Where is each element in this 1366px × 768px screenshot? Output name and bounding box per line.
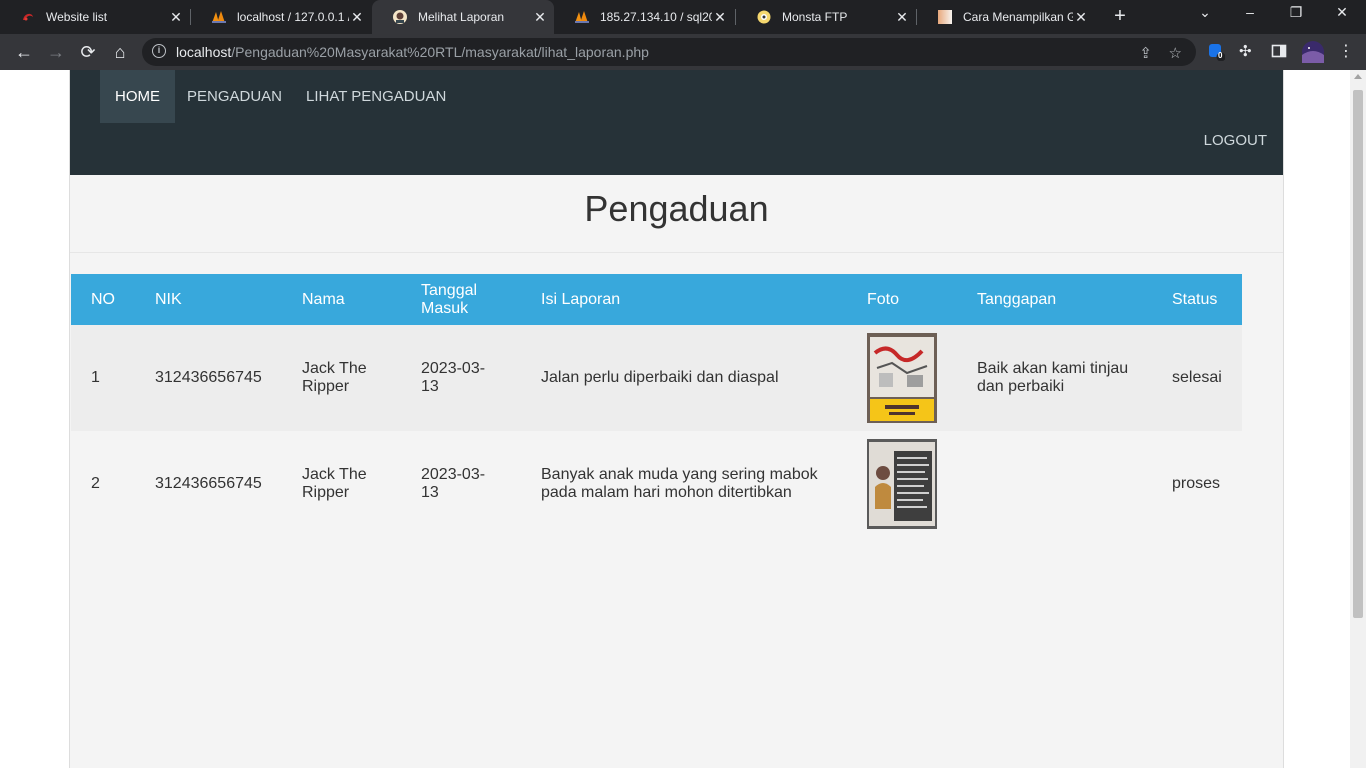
cell-nik: 312436656745 xyxy=(135,325,282,431)
close-icon[interactable]: ✕ xyxy=(712,9,728,26)
app-favicon xyxy=(392,9,408,25)
tab-title: Cara Menampilkan Ga xyxy=(963,10,1073,24)
page-container: HOME PENGADUAN LIHAT PENGADUAN LOGOUT Pe… xyxy=(69,70,1284,768)
page-title: Pengaduan xyxy=(584,188,769,229)
logout-link[interactable]: LOGOUT xyxy=(1204,132,1267,149)
nav-pengaduan[interactable]: PENGADUAN xyxy=(172,70,297,123)
header-nama: Nama xyxy=(282,274,401,325)
tab-cara-menampilkan[interactable]: Cara Menampilkan Ga ✕ xyxy=(917,0,1095,34)
article-icon xyxy=(937,9,953,25)
tab-search-icon[interactable]: ⌄ xyxy=(1193,4,1217,21)
url-path: /Pengaduan%20Masyarakat%20RTL/masyarakat… xyxy=(231,44,649,60)
close-icon[interactable]: ✕ xyxy=(1073,9,1089,26)
cell-no: 1 xyxy=(71,325,135,431)
header-tanggal-masuk-label: Tanggal Masuk xyxy=(421,281,478,317)
tab-remote-phpmyadmin[interactable]: 185.27.134.10 / sql20 ✕ xyxy=(554,0,734,34)
cell-foto xyxy=(847,325,957,431)
side-panel-icon[interactable] xyxy=(1271,43,1289,61)
vertical-scrollbar[interactable] xyxy=(1350,70,1366,768)
minimize-icon[interactable]: – xyxy=(1238,4,1262,20)
profile-avatar[interactable] xyxy=(1302,41,1324,63)
url-text[interactable]: localhost/Pengaduan%20Masyarakat%20RTL/m… xyxy=(176,44,649,60)
restore-icon[interactable]: ❐ xyxy=(1284,4,1308,21)
close-icon[interactable]: ✕ xyxy=(168,9,184,26)
bookmark-star-icon[interactable]: ☆ xyxy=(1169,44,1182,62)
url-host: localhost xyxy=(176,44,232,60)
extension-badge-count: 0 xyxy=(1218,51,1223,60)
table-row: 2 312436656745 Jack The Ripper 2023-03-1… xyxy=(71,431,1242,537)
menu-kebab-icon[interactable]: ⋮ xyxy=(1338,41,1356,60)
tab-title: Monsta FTP xyxy=(782,10,848,24)
header-isi-laporan: Isi Laporan xyxy=(521,274,847,325)
cell-tanggal: 2023-03-13 xyxy=(401,431,521,537)
cell-status: proses xyxy=(1152,431,1242,537)
tab-website-list[interactable]: Website list ✕ xyxy=(0,0,190,34)
address-bar[interactable]: i localhost/Pengaduan%20Masyarakat%20RTL… xyxy=(142,38,1196,66)
nav-lihat-pengaduan[interactable]: LIHAT PENGADUAN xyxy=(291,70,461,123)
tab-monsta-ftp[interactable]: Monsta FTP ✕ xyxy=(736,0,916,34)
tab-title: Website list xyxy=(46,10,108,24)
road-photo[interactable] xyxy=(867,333,937,423)
table-header-row: NO NIK Nama Tanggal Masuk Isi Laporan Fo… xyxy=(71,274,1242,325)
cell-foto xyxy=(847,431,957,537)
cell-nik: 312436656745 xyxy=(135,431,282,537)
cell-tanggapan: Baik akan kami tinjau dan perbaiki xyxy=(957,325,1152,431)
cell-nama: Jack The Ripper xyxy=(282,325,401,431)
tab-title: 185.27.134.10 / sql20 xyxy=(600,10,712,24)
close-icon[interactable]: ✕ xyxy=(532,9,548,26)
close-icon[interactable]: ✕ xyxy=(894,9,910,26)
table-row: 1 312436656745 Jack The Ripper 2023-03-1… xyxy=(71,325,1242,431)
tab-title: localhost / 127.0.0.1 / xyxy=(237,10,349,24)
top-navbar: HOME PENGADUAN LIHAT PENGADUAN LOGOUT xyxy=(70,70,1283,175)
header-tanggapan: Tanggapan xyxy=(957,274,1152,325)
cell-isi-laporan: Jalan perlu diperbaiki dan diaspal xyxy=(521,325,847,431)
header-no: NO xyxy=(71,274,135,325)
back-icon[interactable]: ← xyxy=(13,42,35,62)
forward-icon[interactable]: → xyxy=(45,42,67,62)
cell-nama: Jack The Ripper xyxy=(282,431,401,537)
header-nik: NIK xyxy=(135,274,282,325)
nav-home[interactable]: HOME xyxy=(100,70,175,123)
page-viewport: HOME PENGADUAN LIHAT PENGADUAN LOGOUT Pe… xyxy=(0,70,1366,768)
monsta-icon xyxy=(756,9,772,25)
extension-badge-icon[interactable]: 0 xyxy=(1207,43,1226,62)
phpmyadmin-icon xyxy=(211,9,227,25)
cell-status: selesai xyxy=(1152,325,1242,431)
tab-localhost-phpmyadmin[interactable]: localhost / 127.0.0.1 / ✕ xyxy=(191,0,371,34)
header-foto: Foto xyxy=(847,274,957,325)
complaints-table: NO NIK Nama Tanggal Masuk Isi Laporan Fo… xyxy=(71,274,1242,537)
new-tab-icon[interactable]: + xyxy=(1108,5,1132,28)
window-close-icon[interactable]: ✕ xyxy=(1330,4,1354,21)
cell-isi-laporan: Banyak anak muda yang sering mabok pada … xyxy=(521,431,847,537)
cell-no: 2 xyxy=(71,431,135,537)
share-icon[interactable]: ⇪ xyxy=(1139,44,1152,62)
phpmyadmin-icon xyxy=(574,9,590,25)
tab-title: Melihat Laporan xyxy=(418,10,505,24)
header-status: Status xyxy=(1152,274,1242,325)
cell-nama-text: Jack The Ripper xyxy=(302,466,367,501)
cell-tanggapan xyxy=(957,431,1152,537)
red-swirl-icon xyxy=(20,9,36,25)
close-icon[interactable]: ✕ xyxy=(349,9,365,26)
site-info-icon[interactable]: i xyxy=(152,44,166,58)
scroll-up-arrow-icon[interactable] xyxy=(1354,74,1362,79)
reload-icon[interactable]: ⟳ xyxy=(77,42,99,62)
notice-photo[interactable] xyxy=(867,439,937,529)
browser-toolbar: ← → ⟳ ⌂ i localhost/Pengaduan%20Masyarak… xyxy=(0,34,1366,70)
tab-melihat-laporan[interactable]: Melihat Laporan ✕ xyxy=(372,0,554,34)
cell-nama-text: Jack The Ripper xyxy=(302,360,367,395)
header-tanggal-masuk: Tanggal Masuk xyxy=(401,274,521,325)
title-divider xyxy=(70,252,1283,253)
cell-tanggal-text: 2023-03-13 xyxy=(421,466,486,501)
scrollbar-thumb[interactable] xyxy=(1353,90,1363,618)
puzzle-extensions-icon[interactable]: ✣ xyxy=(1239,42,1257,60)
home-icon[interactable]: ⌂ xyxy=(109,42,131,62)
cell-tanggal: 2023-03-13 xyxy=(401,325,521,431)
browser-tab-strip: Website list ✕ localhost / 127.0.0.1 / ✕… xyxy=(0,0,1366,34)
cell-tanggal-text: 2023-03-13 xyxy=(421,360,486,395)
